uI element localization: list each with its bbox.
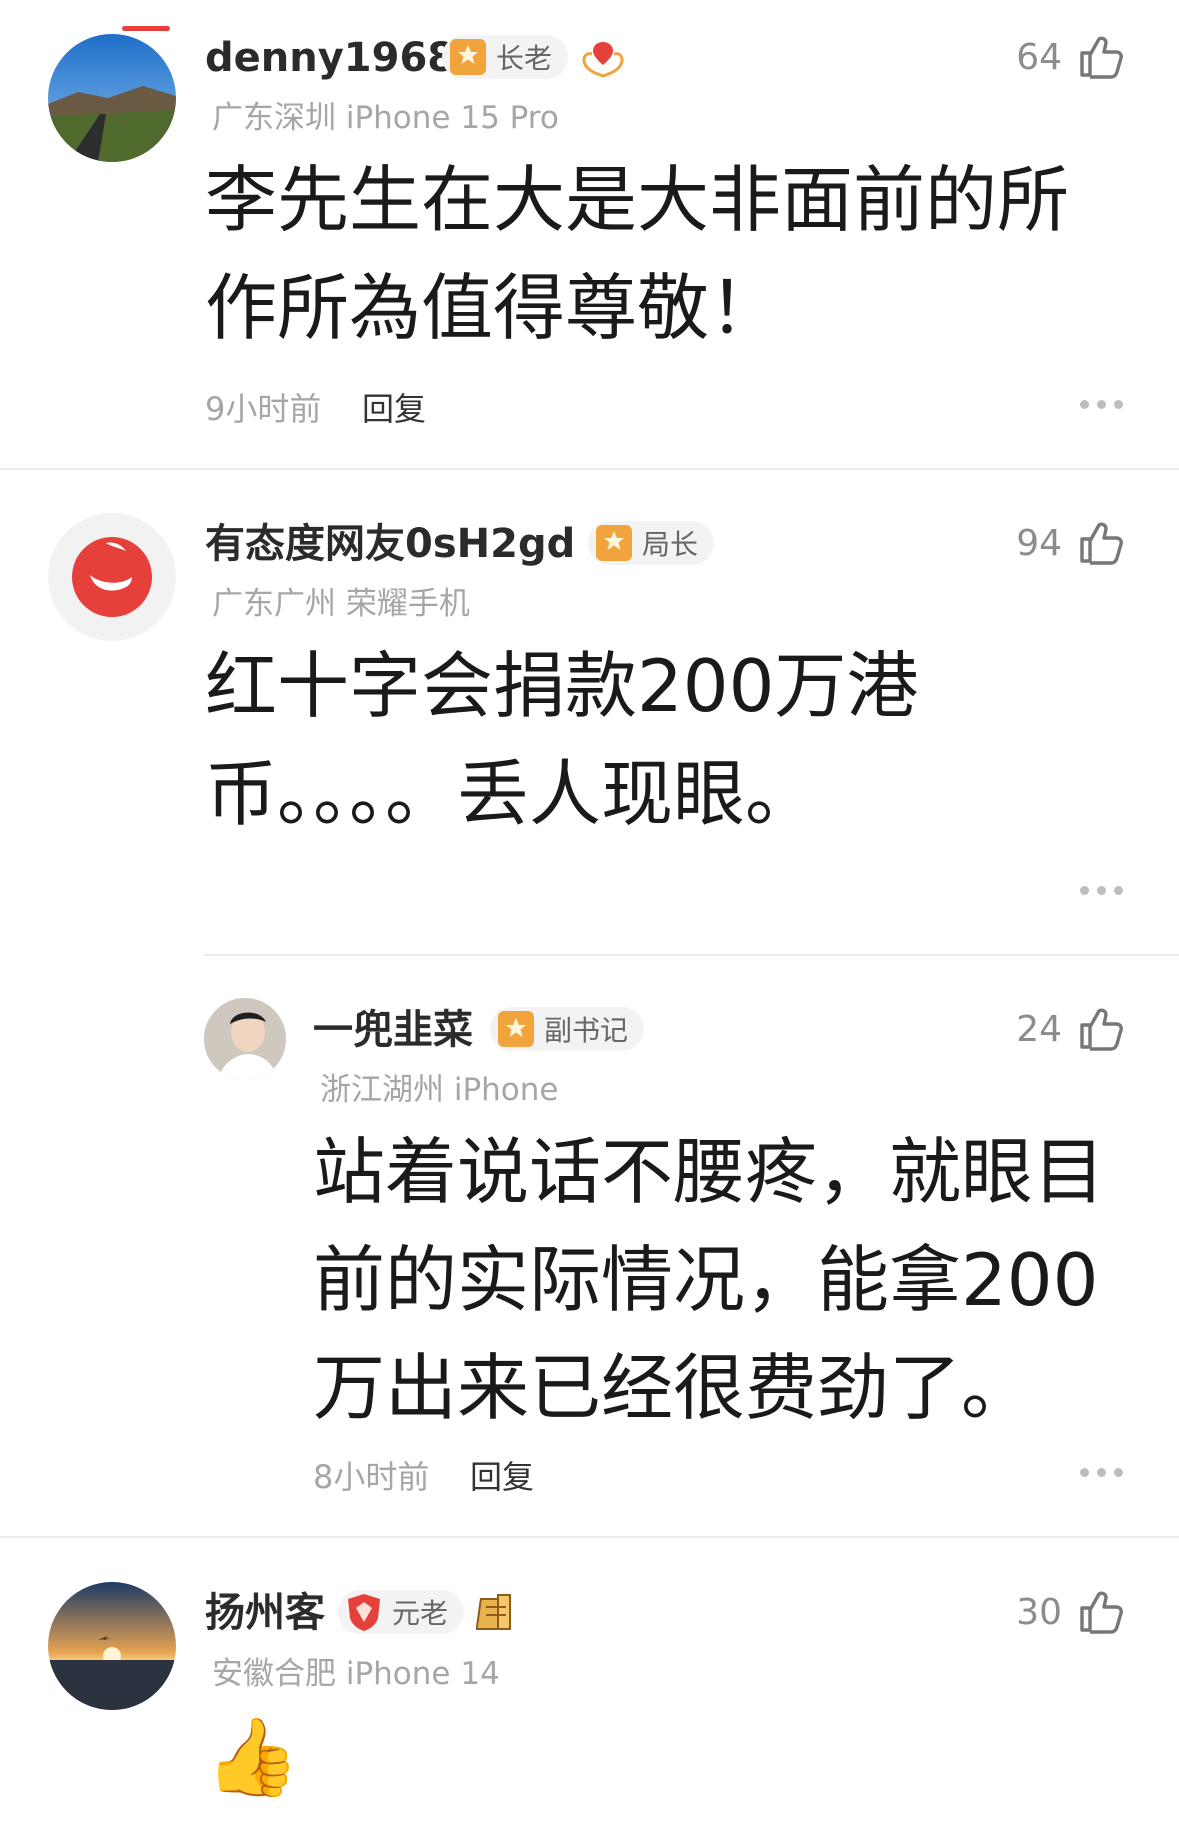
avatar[interactable]	[48, 513, 176, 641]
thumbs-up-icon[interactable]	[1076, 31, 1126, 81]
reply-button[interactable]: 回复	[470, 1452, 534, 1498]
rank-badge: 局长	[588, 521, 715, 565]
tab-indicator	[122, 26, 170, 31]
medal-icon	[596, 525, 632, 561]
username[interactable]: 有态度网友0sH2gd	[205, 521, 575, 567]
rank-badge: 元老	[338, 1590, 465, 1634]
more-icon[interactable]	[1080, 886, 1124, 896]
thumbs-up-icon[interactable]	[1076, 1586, 1126, 1636]
username[interactable]: 扬州客	[205, 1590, 325, 1636]
like-count: 30	[1016, 1592, 1062, 1633]
netease-logo-icon	[72, 537, 152, 617]
badge-label: 副书记	[544, 1014, 629, 1047]
divider	[0, 468, 1179, 470]
timestamp: 9小时前	[205, 390, 322, 428]
like-count: 64	[1016, 37, 1062, 78]
reply-button[interactable]: 回复	[362, 384, 426, 430]
avatar[interactable]	[204, 998, 286, 1080]
username[interactable]: 一兜韭菜	[313, 1007, 473, 1053]
thumbs-up-icon[interactable]	[1076, 1003, 1126, 1053]
location: 广东深圳 iPhone 15 Pro	[212, 100, 559, 136]
wings-badge-icon	[582, 42, 624, 78]
comment-text: 👍	[205, 1712, 300, 1801]
avatar[interactable]	[48, 34, 176, 162]
thumbs-up-icon[interactable]	[1076, 517, 1126, 567]
location: 广东广州 荣耀手机	[212, 586, 470, 622]
more-icon[interactable]	[1080, 1468, 1124, 1478]
timestamp: 8小时前	[313, 1458, 430, 1496]
like-count: 24	[1016, 1009, 1062, 1050]
more-icon[interactable]	[1080, 400, 1124, 410]
medal-icon	[498, 1011, 534, 1047]
avatar[interactable]	[48, 1582, 176, 1710]
avatar-landscape-image	[48, 34, 176, 162]
username[interactable]: denny1968	[205, 35, 455, 81]
rank-badge: 长老	[442, 35, 569, 79]
like-count: 94	[1016, 523, 1062, 564]
medal-icon	[450, 39, 486, 75]
location: 浙江湖州 iPhone	[320, 1072, 559, 1108]
location: 安徽合肥 iPhone 14	[212, 1656, 500, 1692]
avatar-sunset-image	[48, 1582, 176, 1710]
divider	[204, 954, 1179, 956]
comment-text: 李先生在大是大非面前的所作所為值得尊敬！	[205, 158, 1070, 350]
comment-text: 红十字会捐款200万港币。。。。丢人现眼。	[205, 644, 919, 836]
badge-label: 元老	[392, 1597, 449, 1630]
avatar-portrait-image	[204, 998, 286, 1080]
rank-badge: 副书记	[490, 1007, 645, 1051]
badge-label: 长老	[496, 42, 553, 75]
divider	[0, 1536, 1179, 1538]
comment-text: 站着说话不腰疼，就眼目前的实际情况，能拿200万出来已经很费劲了。	[313, 1130, 1106, 1430]
books-icon	[476, 1594, 511, 1630]
shield-medal-icon	[348, 1594, 380, 1631]
badge-label: 局长	[642, 528, 699, 561]
